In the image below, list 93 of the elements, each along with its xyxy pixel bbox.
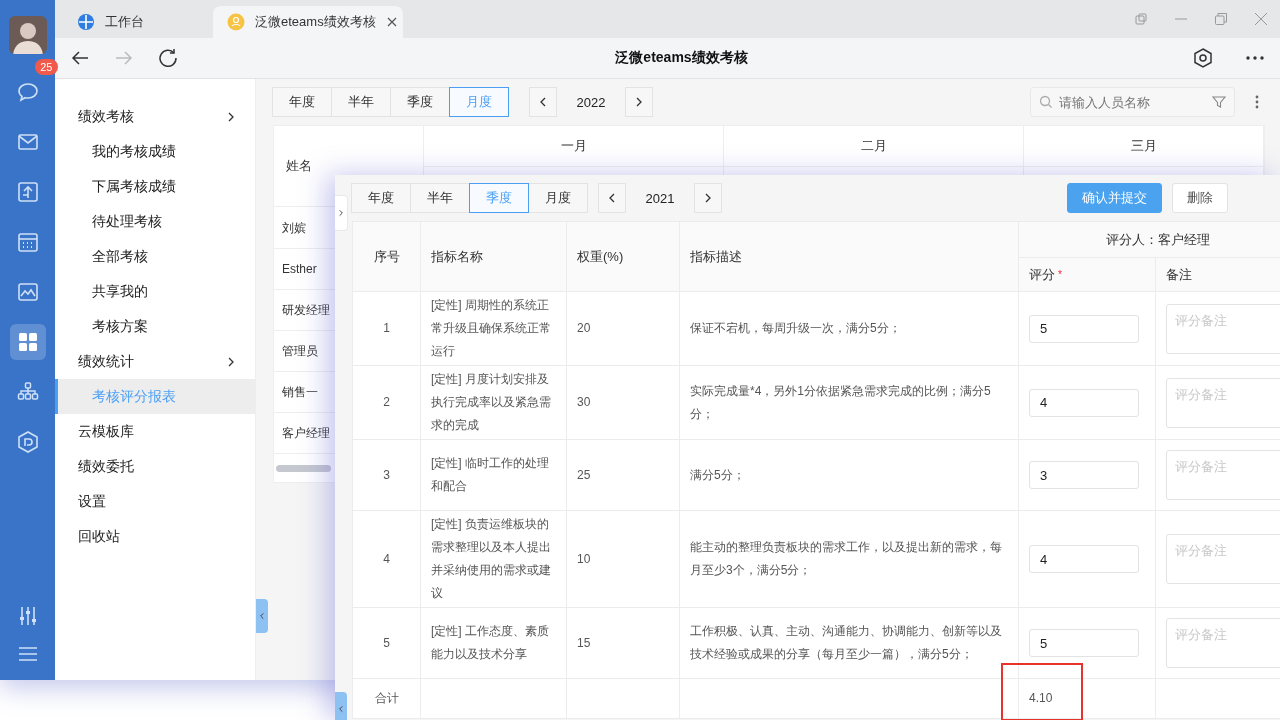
board-icon[interactable]: [15, 180, 40, 204]
column-header: 评分 *: [1018, 257, 1156, 292]
column-header: 二月: [724, 126, 1024, 167]
table-cell: 实际完成量*4，另外1分依据紧急需求完成的比例；满分5分；: [679, 365, 1019, 440]
sidebar-item[interactable]: 我的考核成绩: [55, 134, 255, 169]
close-icon[interactable]: [385, 16, 398, 28]
table-cell: 20: [566, 291, 680, 366]
previous-year-button[interactable]: [598, 183, 626, 213]
table-cell: 1: [352, 291, 421, 366]
period-tab[interactable]: 年度: [272, 87, 332, 117]
sidebar-item[interactable]: 回收站: [55, 519, 255, 554]
collapse-handle[interactable]: [256, 599, 268, 633]
sidebar-item[interactable]: 全部考核: [55, 239, 255, 274]
chevron-icon: [337, 209, 345, 217]
table-cell: 4.10: [1029, 691, 1053, 705]
next-year-button[interactable]: [625, 87, 653, 117]
page-title: 泛微eteams绩效考核: [614, 49, 749, 67]
window-tab[interactable]: 工作台: [63, 6, 213, 38]
table-cell: 保证不宕机，每周升级一次，满分5分；: [679, 291, 1019, 366]
table-cell: 满分5分；: [679, 439, 1019, 511]
unread-badge: 25: [35, 59, 58, 75]
window-tab[interactable]: 泛微eteams绩效考核: [213, 6, 403, 38]
column-header: 备注: [1155, 257, 1280, 292]
column-header: 三月: [1024, 126, 1264, 167]
table-cell: 15: [566, 607, 680, 679]
table-cell: 合计: [352, 678, 421, 719]
table-cell: 工作积极、认真、主动、沟通能力、协调能力、创新等以及技术经验或成果的分享（每月至少一篇），满分5分；: [679, 607, 1019, 679]
collapse-handle[interactable]: [335, 692, 347, 720]
sidebar-item[interactable]: 待处理考核: [55, 204, 255, 239]
search-field[interactable]: 请输入人员名称: [1030, 87, 1235, 117]
period-tab[interactable]: 半年: [410, 183, 470, 213]
table-cell: 能主动的整理负责板块的需求工作，以及提出新的需求，每月至少3个，满分5分；: [679, 510, 1019, 608]
table-cell: 25: [566, 439, 680, 511]
delete-button[interactable]: 删除: [1172, 183, 1228, 213]
table-cell: 4: [352, 510, 421, 608]
rater-header: 评分人：客户经理: [1018, 221, 1280, 258]
score-field[interactable]: 4: [1029, 545, 1139, 573]
year-label: 2022: [575, 94, 607, 110]
score-field[interactable]: 3: [1029, 461, 1139, 489]
table-cell: [定性] 临时工作的处理和配合: [420, 439, 567, 511]
period-tab[interactable]: 月度: [528, 183, 588, 213]
next-year-button[interactable]: [694, 183, 722, 213]
table-cell: 10: [566, 510, 680, 608]
scrollbar[interactable]: [276, 464, 331, 472]
calendar-icon[interactable]: [15, 230, 40, 254]
sidebar-item[interactable]: 绩效委托: [55, 449, 255, 484]
sidebar-item[interactable]: 云模板库: [55, 414, 255, 449]
sidebar-item[interactable]: 下属考核成绩: [55, 169, 255, 204]
column-header: 指标描述: [679, 221, 1019, 292]
period-tab[interactable]: 季度: [390, 87, 450, 117]
table-cell: 30: [566, 365, 680, 440]
table-cell: [定性] 工作态度、素质能力以及技术分享: [420, 607, 567, 679]
table-cell: [定性] 月度计划安排及执行完成率以及紧急需求的完成: [420, 365, 567, 440]
hexagon-icon[interactable]: [15, 430, 40, 454]
expand-handle[interactable]: [335, 195, 348, 231]
sidebar-item[interactable]: 绩效考核: [55, 99, 255, 134]
avatar[interactable]: [8, 16, 47, 54]
year-label: 2021: [644, 190, 676, 206]
period-tab[interactable]: 半年: [331, 87, 391, 117]
restore-icon[interactable]: [1214, 12, 1228, 26]
column-header: 指标名称: [420, 221, 567, 292]
required-mark: *: [1058, 269, 1062, 280]
score-field[interactable]: 4: [1029, 388, 1139, 417]
sidebar-item[interactable]: 绩效统计: [55, 344, 255, 379]
column-header: 序号: [352, 221, 421, 292]
chat-icon[interactable]: [15, 80, 40, 104]
filter-icon[interactable]: [1212, 95, 1226, 109]
table-cell: 5: [352, 607, 421, 679]
image-icon[interactable]: [15, 280, 40, 304]
table-cell: [定性] 周期性的系统正常升级且确保系统正常运行: [420, 291, 567, 366]
sidebar-item[interactable]: 设置: [55, 484, 255, 519]
table-cell: 3: [352, 439, 421, 511]
tab-label: 工作台: [105, 13, 144, 31]
score-field[interactable]: 5: [1029, 314, 1139, 343]
settings-icon[interactable]: [1192, 47, 1214, 69]
sidebar-item[interactable]: 共享我的: [55, 274, 255, 309]
table-cell: [定性] 负责运维板块的需求整理以及本人提出并采纳使用的需求或建议: [420, 510, 567, 608]
pin-window-icon[interactable]: [1134, 12, 1148, 26]
sidebar-item[interactable]: 考核方案: [55, 309, 255, 344]
tab-label: 泛微eteams绩效考核: [255, 13, 376, 31]
chevron-icon: [258, 612, 266, 620]
column-header: 权重(%): [566, 221, 680, 292]
table-cell: 2: [352, 365, 421, 440]
workbench-icon: [77, 13, 95, 31]
column-header: 一月: [424, 126, 724, 167]
rail-button[interactable]: [9, 324, 46, 360]
period-tab[interactable]: 年度: [351, 183, 411, 213]
refresh-icon[interactable]: [157, 47, 179, 69]
app-icon: [227, 13, 245, 31]
search-icon: [1039, 95, 1053, 109]
score-field[interactable]: 5: [1029, 629, 1139, 657]
previous-year-button[interactable]: [529, 87, 557, 117]
chevron-icon: [337, 705, 345, 713]
